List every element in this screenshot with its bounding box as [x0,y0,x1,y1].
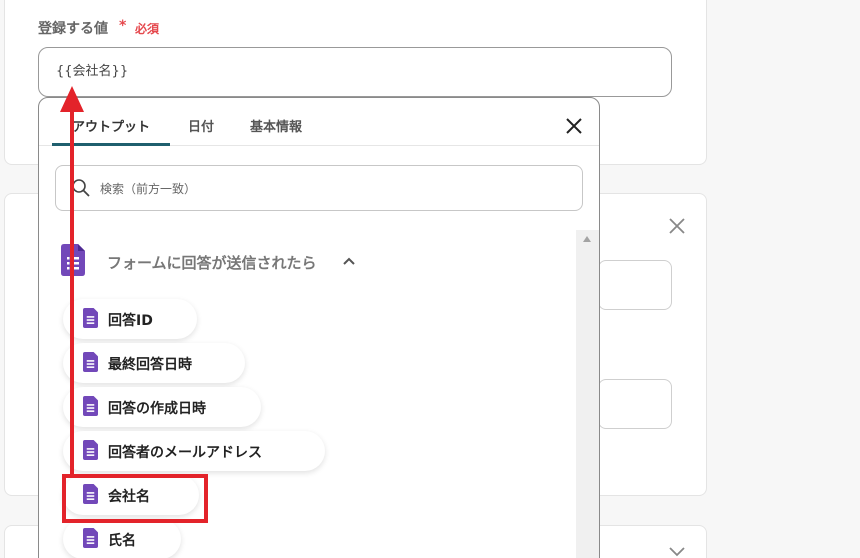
output-item-label: 回答者のメールアドレス [108,445,262,461]
output-item-chip[interactable]: 氏名 [63,519,181,558]
tab-basic-info[interactable]: 基本情報 [250,116,302,135]
google-forms-icon [83,352,98,372]
section-header[interactable]: フォームに回答が送信されたら [59,244,379,280]
output-item-chip[interactable]: 最終回答日時 [63,343,245,383]
output-item-chip[interactable]: 回答者のメールアドレス [63,431,325,471]
output-item-label: 氏名 [108,533,136,549]
tab-bar: アウトプット 日付 基本情報 [39,98,599,146]
scroll-up-arrow-icon[interactable] [583,236,591,242]
output-item-label: 最終回答日時 [108,357,192,373]
required-label: 必須 [135,22,160,36]
active-tab-indicator [52,143,170,146]
google-forms-icon [83,396,98,416]
output-item-chip[interactable]: 回答ID [63,299,197,339]
search-icon [72,179,90,197]
search-input[interactable]: 検索（前方一致） [55,165,583,211]
google-forms-icon [83,440,98,460]
search-placeholder: 検索（前方一致） [100,182,197,196]
tab-date[interactable]: 日付 [188,116,214,135]
google-forms-icon [83,308,98,328]
highlight-box [62,474,208,523]
background-input[interactable] [598,260,672,310]
google-forms-icon [83,528,98,548]
output-item-chip[interactable]: 回答の作成日時 [63,387,261,427]
close-icon[interactable] [563,115,585,137]
field-label: 登録する値 [38,21,108,37]
value-input[interactable]: {{会社名}} [38,47,672,97]
close-icon[interactable] [667,216,687,236]
required-star: * [119,18,127,34]
output-item-label: 回答ID [108,313,153,329]
chevron-up-icon[interactable] [342,256,356,266]
google-forms-icon [61,244,85,276]
section-title: フォームに回答が送信されたら [107,254,317,272]
output-item-label: 回答の作成日時 [108,401,206,417]
tab-output[interactable]: アウトプット [72,116,150,135]
chevron-down-icon[interactable] [667,545,687,558]
screen: 登録する値 * 必須 {{会社名}} アウトプット 日付 基本情報 検索（前方一… [0,0,860,558]
scrollbar[interactable] [576,230,599,558]
background-input[interactable] [598,379,672,429]
